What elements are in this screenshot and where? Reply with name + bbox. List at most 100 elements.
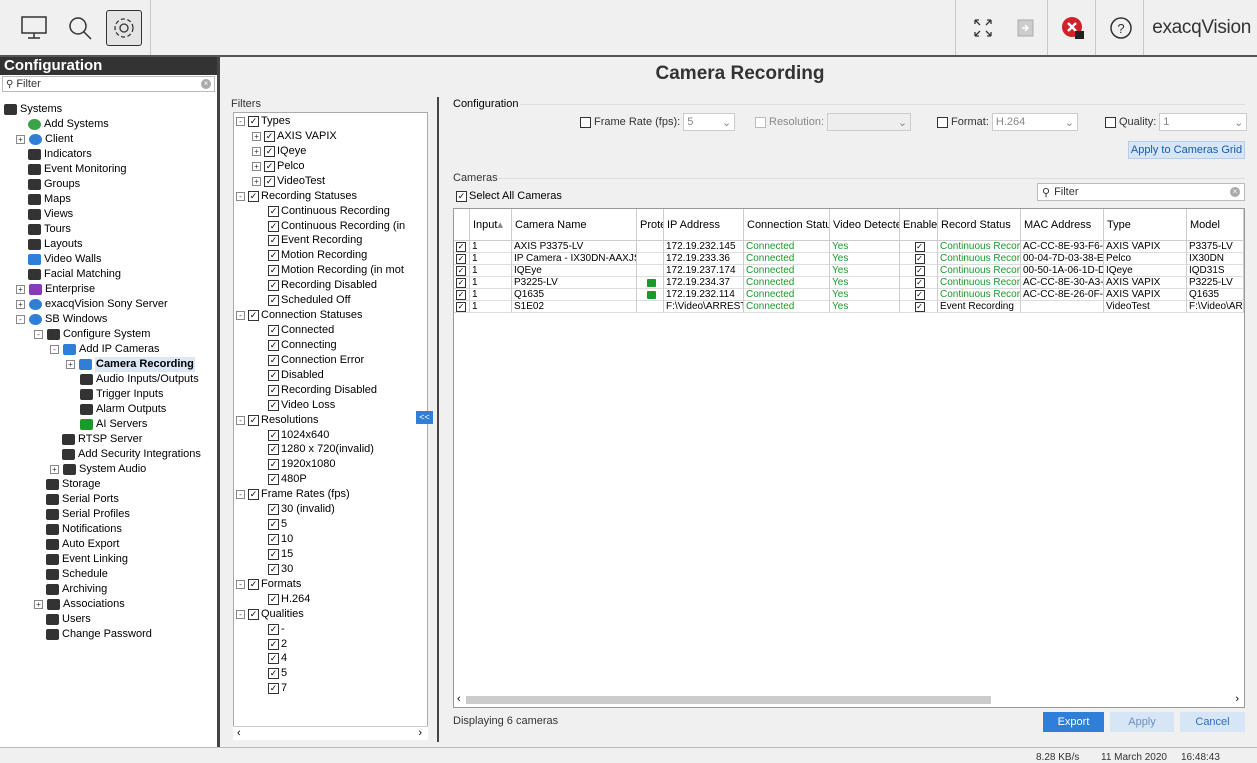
clear-icon[interactable]: ×	[201, 79, 211, 89]
filter-item[interactable]: ✓ 1920x1080	[268, 457, 335, 472]
filter-checkbox[interactable]: ✓	[268, 369, 279, 381]
filter-item[interactable]: ✓ Recording Disabled	[268, 278, 377, 293]
filter-checkbox[interactable]: ✓	[268, 220, 279, 232]
filter-item[interactable]: - ✓ Formats	[236, 577, 301, 592]
expand-icon[interactable]: +	[252, 161, 261, 171]
filter-checkbox[interactable]: ✓	[268, 563, 279, 575]
filter-item[interactable]: + ✓ VideoTest	[252, 174, 325, 189]
column-header[interactable]: Camera Name	[512, 209, 637, 241]
format-select[interactable]: H.264 ⌄	[991, 113, 1078, 131]
filter-item[interactable]: ✓ Video Loss	[268, 398, 335, 413]
expand-icon[interactable]: +	[252, 146, 261, 156]
tree-item[interactable]: Users	[46, 612, 91, 627]
cell-enable[interactable]: ✓	[900, 301, 938, 313]
filter-checkbox[interactable]: ✓	[248, 578, 259, 590]
search-icon[interactable]	[62, 10, 98, 46]
filter-checkbox[interactable]: ✓	[268, 504, 279, 516]
tree-item[interactable]: Notifications	[46, 522, 122, 537]
cell-enable[interactable]: ✓	[900, 265, 938, 277]
expand-icon[interactable]: +	[16, 135, 25, 144]
filter-checkbox[interactable]: ✓	[248, 489, 259, 501]
column-header[interactable]: Video Detected	[830, 209, 900, 241]
monitor-icon[interactable]	[16, 10, 52, 46]
filter-checkbox[interactable]: ✓	[248, 608, 259, 620]
filter-checkbox[interactable]: ✓	[264, 175, 275, 187]
tree-item[interactable]: Indicators	[28, 147, 92, 162]
help-icon[interactable]: ?	[1103, 10, 1139, 46]
filter-item[interactable]: ✓ Connected	[268, 323, 334, 338]
expand-icon[interactable]: +	[252, 176, 261, 186]
tree-item[interactable]: Event Linking	[46, 552, 128, 567]
expand-icon[interactable]: +	[66, 360, 75, 369]
select-all-cameras[interactable]: ✓ Select All Cameras	[456, 190, 562, 202]
tree-item[interactable]: Trigger Inputs	[80, 387, 163, 402]
filter-checkbox[interactable]: ✓	[268, 265, 279, 277]
filter-checkbox[interactable]: ✓	[268, 205, 279, 217]
fullscreen-icon[interactable]	[965, 10, 1001, 46]
filter-item[interactable]: ✓ -	[268, 622, 285, 637]
scroll-left-icon[interactable]: ‹	[237, 727, 241, 739]
tree-item[interactable]: Event Monitoring	[28, 162, 127, 177]
apply-button[interactable]: Apply	[1110, 712, 1174, 732]
collapse-icon[interactable]: -	[34, 330, 43, 339]
filter-item[interactable]: ✓ Motion Recording (in mot	[268, 263, 404, 278]
filter-item[interactable]: ✓ Disabled	[268, 368, 324, 383]
filter-item[interactable]: - ✓ Qualities	[236, 607, 304, 622]
column-header[interactable]: Prote	[637, 209, 664, 241]
tree-item[interactable]: Storage	[46, 477, 101, 492]
filter-checkbox[interactable]: ✓	[268, 474, 279, 486]
tree-item[interactable]: Alarm Outputs	[80, 402, 166, 417]
filter-item[interactable]: ✓ 1024x640	[268, 428, 329, 443]
column-header[interactable]: MAC Address	[1021, 209, 1104, 241]
filter-item[interactable]: ✓ Connecting	[268, 338, 337, 353]
tree-item[interactable]: + Client	[16, 132, 73, 147]
export-button[interactable]: Export	[1043, 712, 1104, 732]
alert-icon[interactable]	[1055, 10, 1091, 46]
column-header[interactable]: Model	[1187, 209, 1244, 241]
row-checkbox[interactable]: ✓	[454, 301, 470, 313]
column-header[interactable]: Input ▴	[470, 209, 512, 241]
expand-icon[interactable]: +	[16, 300, 25, 309]
tree-item[interactable]: Add Systems	[28, 117, 109, 132]
column-header[interactable]: Record Status	[938, 209, 1021, 241]
column-header[interactable]: Enable	[900, 209, 938, 241]
filter-checkbox[interactable]: ✓	[268, 280, 279, 292]
collapse-icon[interactable]: -	[236, 609, 245, 619]
row-checkbox[interactable]: ✓	[454, 253, 470, 265]
filter-item[interactable]: ✓ Recording Disabled	[268, 383, 377, 398]
tree-item[interactable]: Layouts	[28, 237, 83, 252]
tree-item[interactable]: Maps	[28, 192, 71, 207]
filter-checkbox[interactable]: ✓	[268, 339, 279, 351]
filter-checkbox[interactable]: ✓	[268, 295, 279, 307]
resolution-select[interactable]: ⌄	[827, 113, 912, 131]
filter-item[interactable]: ✓ Motion Recording	[268, 248, 367, 263]
column-header[interactable]: Type	[1104, 209, 1187, 241]
frame-rate-select[interactable]: 5 ⌄	[683, 113, 736, 131]
grid-scrollbar[interactable]: ‹ ›	[454, 693, 1244, 707]
apply-to-grid-button[interactable]: Apply to Cameras Grid	[1128, 141, 1245, 159]
filter-item[interactable]: - ✓ Recording Statuses	[236, 189, 357, 204]
enable-checkbox[interactable]: ✓	[914, 254, 925, 264]
enable-checkbox[interactable]: ✓	[914, 242, 925, 252]
tree-item[interactable]: + System Audio	[50, 462, 146, 477]
expand-icon[interactable]: +	[16, 285, 25, 294]
enable-checkbox[interactable]: ✓	[914, 290, 925, 300]
filter-item[interactable]: ✓ Scheduled Off	[268, 293, 351, 308]
filter-checkbox[interactable]: ✓	[268, 668, 279, 680]
filter-item[interactable]: ✓ H.264	[268, 592, 310, 607]
tree-item[interactable]: Add Security Integrations	[62, 447, 201, 462]
tree-item[interactable]: Facial Matching	[28, 267, 121, 282]
filter-item[interactable]: ✓ 5	[268, 517, 287, 532]
collapse-icon[interactable]: -	[16, 315, 25, 324]
tree-item[interactable]: Schedule	[46, 567, 108, 582]
filter-item[interactable]: ✓ Continuous Recording (in	[268, 219, 405, 234]
filter-checkbox[interactable]: ✓	[268, 653, 279, 665]
tree-item[interactable]: Serial Ports	[46, 492, 119, 507]
expand-icon[interactable]: +	[34, 600, 43, 609]
tree-item[interactable]: Groups	[28, 177, 80, 192]
filter-item[interactable]: ✓ 5	[268, 666, 287, 681]
cell-enable[interactable]: ✓	[900, 277, 938, 289]
tree-item[interactable]: - Add IP Cameras	[50, 342, 160, 357]
filters-scrollbar[interactable]: ‹ ›	[233, 726, 428, 740]
cell-enable[interactable]: ✓	[900, 241, 938, 253]
